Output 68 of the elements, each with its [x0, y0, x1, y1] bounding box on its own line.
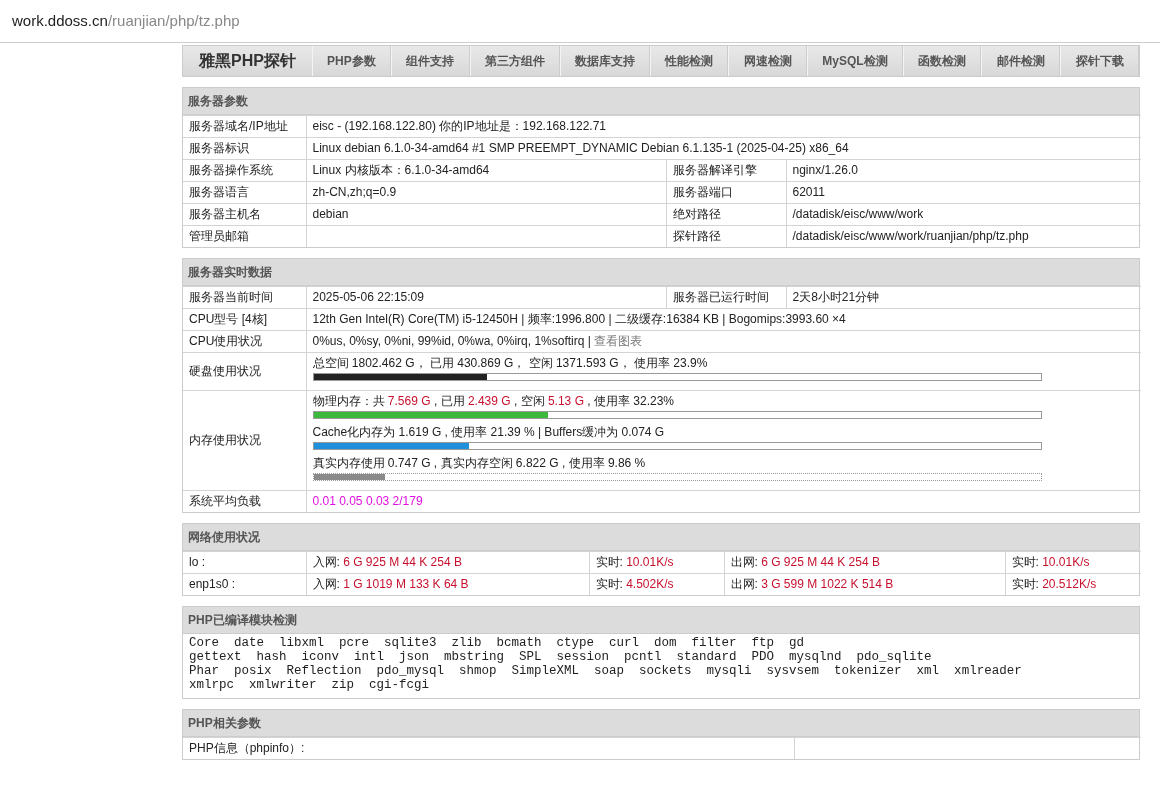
field-value: Linux 内核版本：6.1.0-34-amd64 [312, 163, 490, 177]
module-list-line: Phar posix Reflection pdo_mysql shmop SimpleXML soap sockets mysqli sysvsem tokenizer xml xmlreader [189, 664, 1023, 678]
field-label: 服务器域名/IP地址 [189, 119, 288, 133]
site-title: 雅黑PHP探针 [197, 51, 297, 71]
chart-link[interactable]: 查看图表 [594, 334, 643, 348]
field-label: 管理员邮箱 [189, 229, 249, 243]
module-list-line: Core date libxml pcre sqlite3 zlib bcmath ctype curl dom filter ftp gd [189, 636, 806, 650]
field-value: /datadisk/eisc/www/work [792, 207, 924, 221]
nav-link[interactable]: MySQL检测 [807, 46, 903, 76]
section-header: 网络使用状况 [183, 524, 1139, 551]
module-list-line: gettext hash iconv intl json mbstring SPL session pcntl standard PDO mysqlnd pdo_sqlite [189, 650, 933, 664]
traffic-value: 实时: 10.01K/s [595, 555, 674, 569]
field-label: 探针路径 [672, 229, 721, 243]
traffic-value: 入网: 1 G 1019 M 133 K 64 B [312, 577, 469, 591]
field-label: 服务器操作系统 [189, 163, 273, 177]
address-url[interactable]: work.ddoss.cn/ruanjian/php/tz.php [12, 9, 240, 33]
field-value: zh-CN,zh;q=0.9 [312, 185, 397, 199]
field-value: 62011 [792, 185, 825, 199]
usage-text: Cache化内存为 1.619 G , 使用率 21.39 % | Buffers缓冲为 0.074 G [312, 425, 666, 440]
traffic-value: 入网: 6 G 925 M 44 K 254 B [312, 555, 462, 569]
field-label: 服务器已运行时间 [672, 290, 769, 304]
section-header: 服务器参数 [183, 88, 1139, 115]
interface-name: lo : [189, 555, 205, 569]
usage-text: 物理内存：共 7.569 G , 已用 2.439 G , 空闲 5.13 G , 使用率 32.23% [312, 394, 675, 409]
field-value: 12th Gen Intel(R) Core(TM) i5-12450H | 频率:1996.800 | 二级缓存:16384 KB | Bogomips:3993.60 ×4 [312, 312, 846, 326]
interface-name: enp1s0 : [189, 577, 236, 591]
module-list-line: xmlrpc xmlwriter zip cgi-fcgi [189, 678, 431, 692]
field-value: 0%us, 0%sy, 0%ni, 99%id, 0%wa, 0%irq, 1%softirq | [312, 334, 592, 348]
usage-text: 总空间 1802.462 G， 已用 430.869 G， 空闲 1371.593 G， 使用率 23.9% [312, 356, 709, 371]
field-label: 系统平均负载 [189, 494, 261, 508]
field-value: 2025-05-06 22:15:09 [312, 290, 424, 304]
traffic-value: 出网: 6 G 925 M 44 K 254 B [730, 555, 880, 569]
nav-link[interactable]: 函数检测 [902, 46, 982, 76]
field-label: PHP信息（phpinfo）: [189, 741, 305, 755]
field-value: eisc - (192.168.122.80) 你的IP地址是：192.168.122.71 [312, 119, 606, 133]
field-label: CPU使用状况 [189, 334, 263, 348]
section-header: PHP已编译模块检测 [183, 607, 1139, 634]
field-label: 内存使用状况 [189, 433, 261, 447]
nav-link[interactable]: 探针下载 [1060, 46, 1140, 76]
nav-link[interactable]: 数据库支持 [559, 46, 650, 76]
field-label: 服务器标识 [189, 141, 249, 155]
section-header: PHP相关参数 [183, 710, 1139, 737]
nav-link[interactable]: PHP参数 [311, 46, 391, 76]
field-value: Linux debian 6.1.0-34-amd64 #1 SMP PREEMPT_DYNAMIC Debian 6.1.135-1 (2025-04-25) x86_64 [312, 141, 849, 155]
nav-link[interactable]: 邮件检测 [981, 46, 1061, 76]
traffic-value: 实时: 10.01K/s [1011, 555, 1090, 569]
field-value: 2天8小时21分钟 [792, 290, 880, 304]
field-label: 服务器当前时间 [189, 290, 273, 304]
field-label: 绝对路径 [672, 207, 721, 221]
traffic-value: 出网: 3 G 599 M 1022 K 514 B [730, 577, 894, 591]
nav-link[interactable]: 网速检测 [728, 46, 808, 76]
field-label: 服务器解译引擎 [672, 163, 757, 177]
field-label: 服务器语言 [189, 185, 249, 199]
field-label: 服务器端口 [672, 185, 733, 199]
field-label: 服务器主机名 [189, 207, 261, 221]
section-header: 服务器实时数据 [183, 259, 1139, 286]
field-label: 硬盘使用状况 [189, 364, 261, 378]
nav-link[interactable]: 第三方组件 [469, 46, 560, 76]
nav-link[interactable]: 性能检测 [649, 46, 729, 76]
field-label: CPU型号 [4核] [189, 312, 267, 326]
field-value: 0.01 0.05 0.03 2/179 [312, 494, 423, 508]
traffic-value: 实时: 4.502K/s [595, 577, 674, 591]
field-value: debian [312, 207, 349, 221]
usage-text: 真实内存使用 0.747 G , 真实内存空闲 6.822 G , 使用率 9.86 % [312, 456, 647, 471]
field-value: nginx/1.26.0 [792, 163, 858, 177]
traffic-value: 实时: 20.512K/s [1011, 577, 1097, 591]
field-value: /datadisk/eisc/www/work/ruanjian/php/tz.php [792, 229, 1029, 243]
nav-link[interactable]: 组件支持 [390, 46, 470, 76]
